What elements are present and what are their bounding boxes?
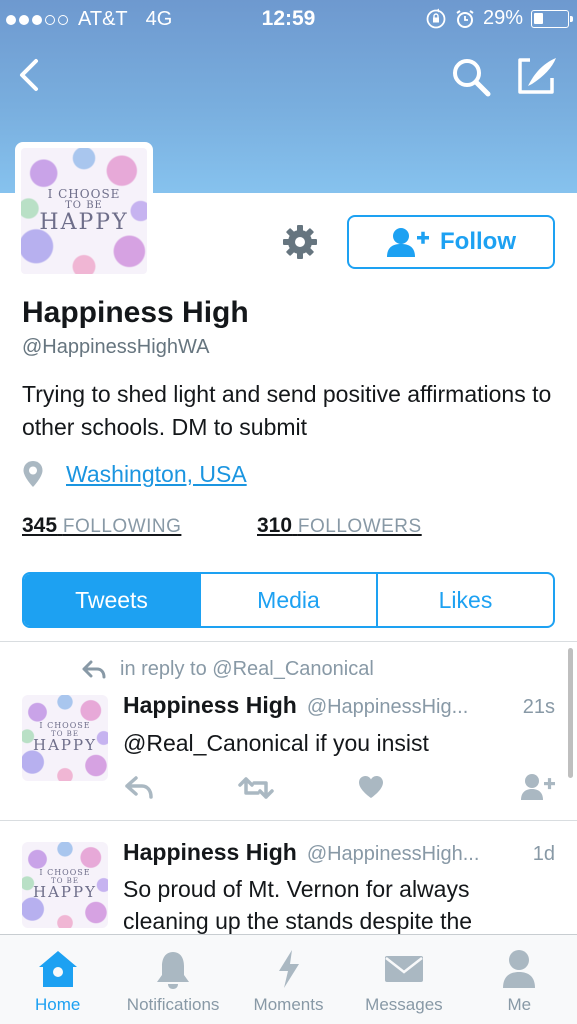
tweet-text[interactable]: So proud of Mt. Vernon for always cleani… xyxy=(123,873,555,937)
lightning-icon xyxy=(278,950,299,988)
avatar-artwork-text: I CHOOSE TO BE HAPPY xyxy=(22,695,108,781)
profile-avatar[interactable]: I CHOOSE TO BE HAPPY xyxy=(15,142,153,280)
nav-moments[interactable]: Moments xyxy=(231,935,346,1024)
battery-percentage: 29% xyxy=(482,7,523,29)
status-bar: AT&T 4G 12:59 29% xyxy=(0,0,577,38)
avatar-image: I CHOOSE TO BE HAPPY xyxy=(21,148,147,274)
back-button[interactable] xyxy=(16,58,42,92)
nav-label: Home xyxy=(35,995,81,1014)
followers-stat[interactable]: 310 FOLLOWERS xyxy=(257,514,422,538)
scrollbar[interactable] xyxy=(568,648,573,778)
tweet-timestamp: 21s xyxy=(522,696,555,718)
profile-settings-button[interactable] xyxy=(280,222,320,262)
follow-button[interactable]: Follow xyxy=(347,215,555,269)
search-icon xyxy=(453,59,491,97)
tweet-author-name[interactable]: Happiness High xyxy=(123,692,297,719)
home-icon xyxy=(38,951,77,987)
tweet-author-handle: @HappinessHig... xyxy=(306,696,469,718)
avatar-artwork-text: I CHOOSE TO BE HAPPY xyxy=(21,148,147,274)
bottom-tab-bar: Home Notifications Moments Messages Me xyxy=(0,934,577,1024)
alarm-icon xyxy=(456,9,474,28)
chevron-left-icon xyxy=(20,59,38,91)
envelope-icon xyxy=(384,956,423,982)
followers-label: FOLLOWERS xyxy=(297,516,422,537)
heart-icon xyxy=(359,776,383,798)
reply-arrow-icon xyxy=(82,660,106,678)
follow-button-label: Follow xyxy=(440,228,516,255)
battery-icon xyxy=(531,9,573,28)
following-label: FOLLOWING xyxy=(62,516,182,537)
profile-tabs: Tweets Media Likes xyxy=(22,572,555,628)
avatar-image: I CHOOSE TO BE HAPPY xyxy=(22,695,108,781)
nav-label: Notifications xyxy=(126,995,220,1014)
tab-tweets[interactable]: Tweets xyxy=(24,574,199,626)
avatar-artwork-text: I CHOOSE TO BE HAPPY xyxy=(22,842,108,928)
avatar-text-line: HAPPY xyxy=(32,882,97,901)
tweet-timestamp: 1d xyxy=(532,843,555,865)
nav-label: Messages xyxy=(365,995,443,1014)
reply-context-text: in reply to @Real_Canonical xyxy=(120,658,374,680)
tweet-header: Happiness High @HappinessHigh... 1d xyxy=(123,839,555,866)
profile-name: Happiness High xyxy=(22,296,249,329)
reply-button[interactable] xyxy=(125,775,153,806)
person-icon xyxy=(503,950,536,988)
nav-label: Moments xyxy=(253,995,324,1014)
bell-icon xyxy=(157,952,190,989)
timeline-divider xyxy=(0,641,577,642)
tab-media[interactable]: Media xyxy=(199,574,376,626)
nav-notifications[interactable]: Notifications xyxy=(115,935,230,1024)
location-link[interactable]: Washington, USA xyxy=(66,461,247,488)
nav-home[interactable]: Home xyxy=(0,935,115,1024)
avatar-text-line: HAPPY xyxy=(39,210,129,235)
gear-icon xyxy=(283,225,317,259)
profile-handle: @HappinessHighWA xyxy=(22,336,210,358)
add-user-icon xyxy=(387,228,429,257)
tweet-avatar[interactable]: I CHOOSE TO BE HAPPY xyxy=(22,695,108,781)
tweet-avatar[interactable]: I CHOOSE TO BE HAPPY xyxy=(22,842,108,928)
following-count: 345 xyxy=(22,514,58,537)
location-pin-icon xyxy=(23,461,43,487)
like-button[interactable] xyxy=(358,775,384,804)
avatar-image: I CHOOSE TO BE HAPPY xyxy=(22,842,108,928)
tab-likes[interactable]: Likes xyxy=(376,574,553,626)
nav-me[interactable]: Me xyxy=(462,935,577,1024)
tweet-text[interactable]: @Real_Canonical if you insist xyxy=(123,727,555,759)
avatar-text-line: I CHOOSE xyxy=(47,186,121,201)
tweet-author-handle: @HappinessHigh... xyxy=(306,843,480,865)
reply-icon xyxy=(125,776,153,799)
add-user-icon xyxy=(521,774,555,800)
compose-icon xyxy=(518,58,556,94)
retweet-icon xyxy=(238,777,274,799)
follow-author-button[interactable] xyxy=(520,773,556,806)
followers-count: 310 xyxy=(257,514,293,537)
reply-context[interactable]: in reply to @Real_Canonical xyxy=(82,658,374,681)
status-right: 29% xyxy=(425,7,573,30)
rotation-lock-icon xyxy=(426,8,446,28)
search-button[interactable] xyxy=(450,56,492,98)
nav-label: Me xyxy=(507,995,532,1014)
location-row: Washington, USA xyxy=(22,460,247,488)
following-stat[interactable]: 345 FOLLOWING xyxy=(22,514,181,538)
tweet-divider xyxy=(0,820,577,821)
tweet-header: Happiness High @HappinessHig... 21s xyxy=(123,692,555,719)
avatar-text-line: HAPPY xyxy=(32,735,97,754)
retweet-button[interactable] xyxy=(238,775,274,806)
tweet-author-name[interactable]: Happiness High xyxy=(123,839,297,866)
compose-tweet-button[interactable] xyxy=(516,56,558,96)
battery-level xyxy=(534,12,543,24)
profile-bio: Trying to shed light and send positive a… xyxy=(22,381,552,440)
nav-messages[interactable]: Messages xyxy=(346,935,461,1024)
